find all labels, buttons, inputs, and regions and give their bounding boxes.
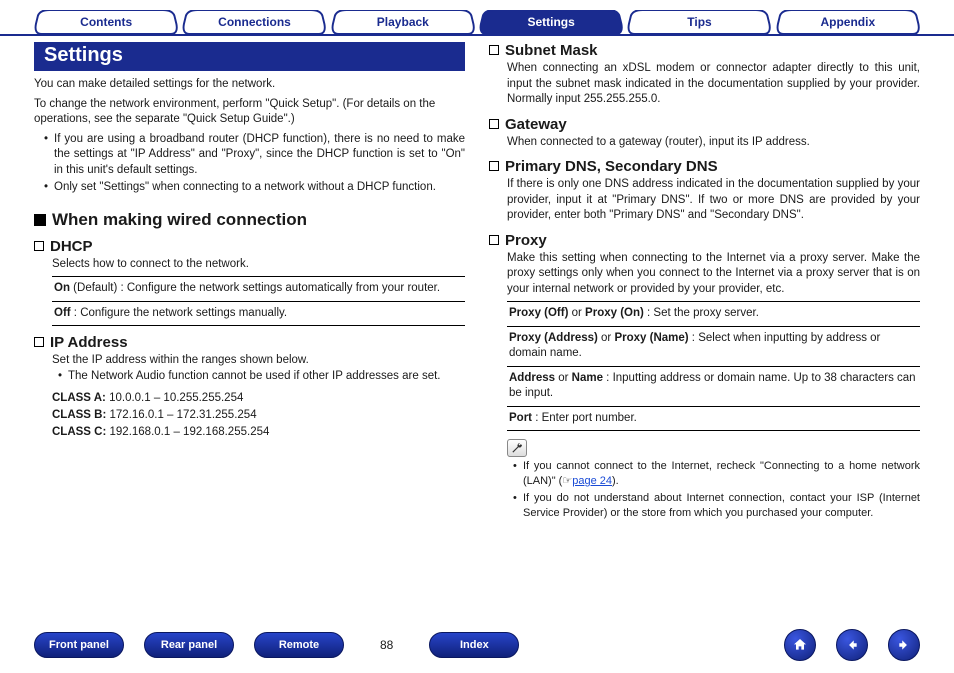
- heading-proxy: Proxy: [489, 232, 920, 249]
- intro-text: You can make detailed settings for the n…: [34, 77, 465, 93]
- front-panel-button[interactable]: Front panel: [34, 632, 124, 658]
- box-bullet-icon: [489, 119, 499, 129]
- table-row: Off : Configure the network settings man…: [52, 301, 465, 327]
- bullet-item: The Network Audio function cannot be use…: [58, 369, 465, 385]
- heading-wired: When making wired connection: [34, 210, 465, 230]
- ip-desc: Set the IP address within the ranges sho…: [34, 353, 465, 369]
- box-bullet-icon: [489, 161, 499, 171]
- section-title: Settings: [34, 42, 465, 71]
- table-row: Proxy (Address) or Proxy (Name) : Select…: [507, 326, 920, 366]
- arrow-left-icon: [845, 638, 859, 652]
- tab-playback[interactable]: Playback: [331, 10, 475, 34]
- tab-connections[interactable]: Connections: [182, 10, 326, 34]
- bullet-item: Only set "Settings" when connecting to a…: [44, 180, 465, 196]
- bullet-item: If you cannot connect to the Internet, r…: [513, 459, 920, 489]
- proxy-tips: If you cannot connect to the Internet, r…: [489, 459, 920, 520]
- class-row: CLASS C: 192.168.0.1 – 192.168.255.254: [52, 424, 465, 441]
- class-row: CLASS A: 10.0.0.1 – 10.255.255.254: [52, 390, 465, 407]
- page-content: Settings You can make detailed settings …: [0, 36, 954, 527]
- heading-dns: Primary DNS, Secondary DNS: [489, 158, 920, 175]
- box-bullet-icon: [489, 45, 499, 55]
- tab-tips[interactable]: Tips: [627, 10, 771, 34]
- box-bullet-icon: [489, 235, 499, 245]
- proxy-table: Proxy (Off) or Proxy (On) : Set the prox…: [507, 301, 920, 431]
- table-row: Port : Enter port number.: [507, 406, 920, 432]
- gateway-desc: When connected to a gateway (router), in…: [489, 135, 920, 151]
- tab-appendix[interactable]: Appendix: [776, 10, 920, 34]
- arrow-right-icon: [897, 638, 911, 652]
- tab-label: Playback: [377, 15, 429, 29]
- left-column: Settings You can make detailed settings …: [34, 42, 465, 527]
- tab-settings[interactable]: Settings: [479, 10, 623, 34]
- class-row: CLASS B: 172.16.0.1 – 172.31.255.254: [52, 407, 465, 424]
- heading-label: DHCP: [50, 238, 93, 255]
- heading-label: Primary DNS, Secondary DNS: [505, 158, 718, 175]
- box-bullet-icon: [34, 241, 44, 251]
- wrench-icon: [507, 439, 527, 457]
- tab-contents[interactable]: Contents: [34, 10, 178, 34]
- right-column: Subnet Mask When connecting an xDSL mode…: [489, 42, 920, 527]
- table-row: On (Default) : Configure the network set…: [52, 276, 465, 301]
- remote-button[interactable]: Remote: [254, 632, 344, 658]
- page-number: 88: [380, 638, 393, 652]
- table-row: Address or Name : Inputting address or d…: [507, 366, 920, 406]
- heading-subnet: Subnet Mask: [489, 42, 920, 59]
- bullet-item: If you do not understand about Internet …: [513, 491, 920, 521]
- tab-label: Tips: [687, 15, 711, 29]
- index-button[interactable]: Index: [429, 632, 519, 658]
- top-tabs: Contents Connections Playback Settings T…: [0, 0, 954, 36]
- ip-classes: CLASS A: 10.0.0.1 – 10.255.255.254 CLASS…: [52, 390, 465, 440]
- page-link[interactable]: page 24: [572, 475, 612, 487]
- dhcp-desc: Selects how to connect to the network.: [34, 257, 465, 273]
- heading-dhcp: DHCP: [34, 238, 465, 255]
- tab-label: Appendix: [820, 15, 875, 29]
- heading-label: When making wired connection: [52, 210, 307, 230]
- home-button[interactable]: [784, 629, 816, 661]
- bullet-item: If you are using a broadband router (DHC…: [44, 132, 465, 179]
- heading-label: Subnet Mask: [505, 42, 598, 59]
- dhcp-table: On (Default) : Configure the network set…: [52, 276, 465, 326]
- ip-note: The Network Audio function cannot be use…: [34, 369, 465, 385]
- tab-label: Contents: [80, 15, 132, 29]
- proxy-desc: Make this setting when connecting to the…: [489, 251, 920, 298]
- heading-label: Gateway: [505, 116, 567, 133]
- square-bullet-icon: [34, 214, 46, 226]
- table-row: Proxy (Off) or Proxy (On) : Set the prox…: [507, 301, 920, 326]
- home-icon: [792, 637, 808, 653]
- subnet-desc: When connecting an xDSL modem or connect…: [489, 61, 920, 108]
- prev-button[interactable]: [836, 629, 868, 661]
- box-bullet-icon: [34, 337, 44, 347]
- heading-gateway: Gateway: [489, 116, 920, 133]
- tab-label: Settings: [527, 15, 574, 29]
- next-button[interactable]: [888, 629, 920, 661]
- intro-text: To change the network environment, perfo…: [34, 97, 465, 128]
- bottom-bar: Front panel Rear panel Remote 88 Index: [0, 629, 954, 661]
- rear-panel-button[interactable]: Rear panel: [144, 632, 234, 658]
- tab-label: Connections: [218, 15, 291, 29]
- heading-label: Proxy: [505, 232, 547, 249]
- heading-label: IP Address: [50, 334, 128, 351]
- intro-bullets: If you are using a broadband router (DHC…: [34, 132, 465, 196]
- heading-ip: IP Address: [34, 334, 465, 351]
- dns-desc: If there is only one DNS address indicat…: [489, 177, 920, 224]
